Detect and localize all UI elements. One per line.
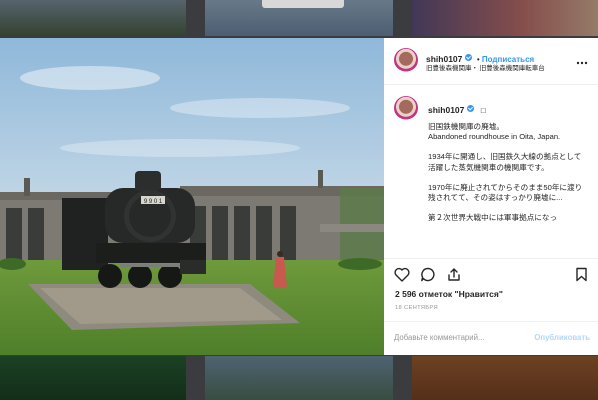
avatar[interactable] xyxy=(394,48,418,72)
post-photo[interactable]: 9 9 0 1 xyxy=(0,38,384,355)
caption-paragraph: 1934年に開通し、旧国鉄久大線の拠点として活躍した蒸気機関車の機関庫です。 xyxy=(428,152,582,172)
comment-box: Добавьте комментарий... Опубликовать xyxy=(384,321,598,355)
comment-input[interactable]: Добавьте комментарий... xyxy=(394,333,484,342)
caption-paragraph: 第２次世界大戦中には軍事拠点になっ xyxy=(428,213,558,223)
post-date[interactable]: 18 СЕНТЯБРЯ xyxy=(395,305,438,311)
actions-bar: 2 596 отметок "Нравится" 18 СЕНТЯБРЯ Доб… xyxy=(384,258,598,355)
likes-count[interactable]: 2 596 отметок "Нравится" xyxy=(395,289,503,299)
caption-username[interactable]: shih0107 xyxy=(428,105,464,115)
caption-paragraph: 旧国鉄機関庫の廃墟。 Abandoned roundhouse in Oita,… xyxy=(428,122,561,142)
more-dots-icon[interactable] xyxy=(576,53,588,65)
post-details-panel: shih0107 • Подписаться 旧豊後森機関庫・ 旧豊後森機関庫転… xyxy=(384,38,598,355)
caption-suffix: □ xyxy=(480,106,486,115)
comment-icon[interactable] xyxy=(420,267,436,287)
share-icon[interactable] xyxy=(446,267,462,287)
bookmark-icon[interactable] xyxy=(575,267,588,287)
verified-badge-icon xyxy=(467,105,475,113)
top-button[interactable] xyxy=(262,0,344,8)
caption-avatar[interactable] xyxy=(394,96,418,120)
heart-icon[interactable] xyxy=(394,267,410,287)
publish-button[interactable]: Опубликовать xyxy=(534,333,590,342)
roundhouse-locomotive-image: 9 9 0 1 xyxy=(0,38,384,355)
locomotive-plate: 9 9 0 1 xyxy=(144,199,163,205)
caption-text: 旧国鉄機関庫の廃墟。 Abandoned roundhouse in Oita,… xyxy=(428,122,588,233)
post-header: shih0107 • Подписаться 旧豊後森機関庫・ 旧豊後森機関庫転… xyxy=(384,38,598,85)
caption-paragraph: 1970年に廃止されてからそのまま50年に渡り残されてて、その姿はすっかり廃墟に… xyxy=(428,182,583,203)
verified-badge-icon xyxy=(465,54,473,62)
location-link[interactable]: 旧豊後森機関庫・ 旧豊後森機関庫転車台 xyxy=(426,62,545,72)
